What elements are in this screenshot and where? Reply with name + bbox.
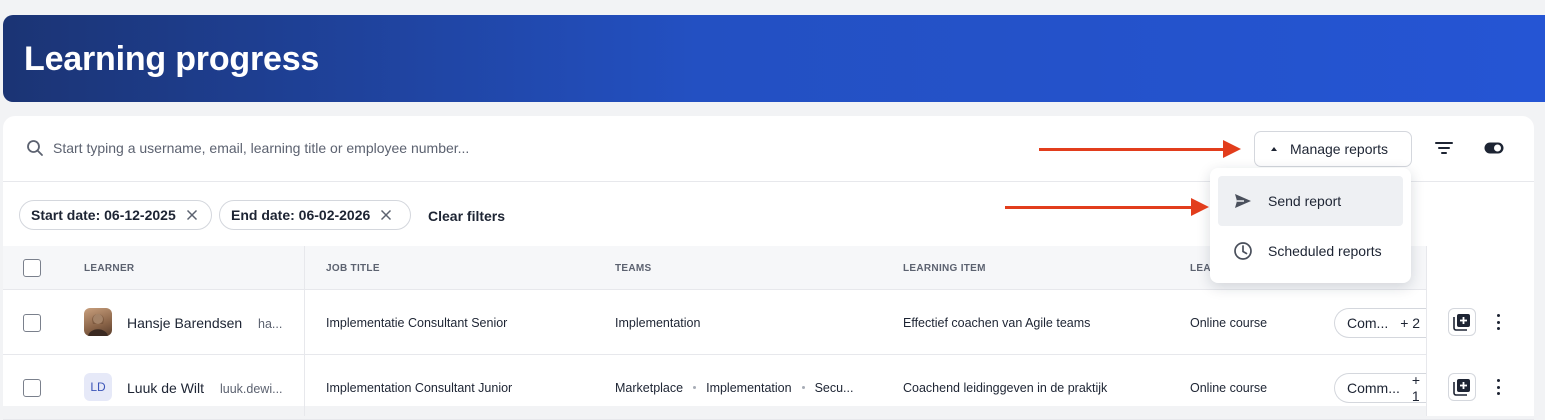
search-icon bbox=[27, 140, 43, 156]
filter-chip-start-date[interactable]: Start date: 06-12-2025 bbox=[19, 200, 212, 230]
close-icon[interactable] bbox=[380, 209, 392, 221]
more-options-icon[interactable] bbox=[1493, 379, 1503, 395]
column-header-learning-item[interactable]: LEARNING ITEM bbox=[903, 263, 986, 274]
teams-list: Marketplace Implementation Secu... bbox=[615, 381, 853, 395]
status-more-count: + 2 bbox=[1400, 315, 1421, 331]
menu-item-scheduled-reports[interactable]: Scheduled reports bbox=[1218, 226, 1403, 276]
avatar-photo-icon bbox=[88, 314, 108, 336]
learner-email: ha... bbox=[258, 317, 283, 331]
manage-reports-menu: Send report Scheduled reports bbox=[1210, 168, 1411, 283]
more-options-icon[interactable] bbox=[1493, 314, 1503, 330]
team-tag: Secu... bbox=[814, 381, 854, 395]
learning-item[interactable]: Effectief coachen van Agile teams bbox=[903, 316, 1090, 330]
column-header-teams[interactable]: TEAMS bbox=[615, 263, 652, 274]
learner-name[interactable]: Luuk de Wilt bbox=[127, 380, 204, 396]
add-to-plan-icon[interactable] bbox=[1448, 308, 1476, 336]
menu-item-send-report[interactable]: Send report bbox=[1218, 176, 1403, 226]
row-checkbox[interactable] bbox=[23, 314, 41, 332]
menu-item-label: Scheduled reports bbox=[1268, 243, 1382, 259]
select-all-checkbox[interactable] bbox=[23, 259, 41, 277]
menu-item-label: Send report bbox=[1268, 193, 1342, 209]
column-header-learner[interactable]: LEARNER bbox=[84, 263, 134, 274]
learning-item[interactable]: Coachend leidinggeven in de praktijk bbox=[903, 381, 1107, 395]
avatar bbox=[84, 308, 112, 336]
filter-chip-label: End date: 06-02-2026 bbox=[231, 207, 371, 223]
toggle-icon[interactable] bbox=[1484, 142, 1504, 154]
separator-dot bbox=[801, 386, 805, 389]
column-header-job-title[interactable]: JOB TITLE bbox=[326, 263, 380, 274]
team-tag: Marketplace bbox=[615, 381, 684, 395]
status-badge[interactable]: Com... + 2 bbox=[1334, 308, 1426, 338]
status-more-count: + 1 bbox=[1411, 372, 1421, 404]
page-header-banner: Learning progress bbox=[3, 15, 1545, 102]
column-divider bbox=[304, 246, 305, 416]
annotation-arrow bbox=[1005, 198, 1209, 216]
clock-icon bbox=[1234, 242, 1252, 260]
team-tag: Implementation bbox=[615, 316, 701, 330]
annotation-arrow bbox=[1039, 140, 1241, 158]
table-row[interactable]: LD Luuk de Wilt luuk.dewi... Implementat… bbox=[3, 355, 1534, 420]
filter-icon[interactable] bbox=[1434, 140, 1454, 156]
learning-type: Online course bbox=[1190, 316, 1268, 330]
close-icon[interactable] bbox=[186, 209, 198, 221]
job-title: Implementation Consultant Junior bbox=[326, 381, 513, 395]
status-label: Com... bbox=[1347, 315, 1389, 331]
manage-reports-label: Manage reports bbox=[1290, 141, 1389, 157]
row-actions-column bbox=[1426, 246, 1534, 416]
learning-type: Online course bbox=[1190, 381, 1268, 395]
clear-filters-link[interactable]: Clear filters bbox=[428, 208, 505, 224]
row-checkbox[interactable] bbox=[23, 379, 41, 397]
column-header-learning-type[interactable]: LEA bbox=[1190, 263, 1211, 274]
filter-chip-label: Start date: 06-12-2025 bbox=[31, 207, 176, 223]
search-input[interactable] bbox=[53, 138, 653, 158]
separator-dot bbox=[693, 386, 697, 389]
status-badge[interactable]: Comm... + 1 bbox=[1334, 372, 1426, 404]
status-label: Comm... bbox=[1347, 380, 1400, 396]
team-tag: Implementation bbox=[706, 381, 792, 395]
job-title: Implementatie Consultant Senior bbox=[326, 316, 508, 330]
table-row[interactable]: Hansje Barendsen ha... Implementatie Con… bbox=[3, 290, 1534, 355]
learner-name[interactable]: Hansje Barendsen bbox=[127, 315, 242, 331]
manage-reports-button[interactable]: Manage reports bbox=[1254, 131, 1412, 167]
filter-chip-end-date[interactable]: End date: 06-02-2026 bbox=[219, 200, 411, 230]
learner-email: luuk.dewi... bbox=[220, 382, 283, 396]
page-title: Learning progress bbox=[24, 40, 320, 78]
caret-up-icon bbox=[1271, 147, 1277, 151]
send-icon bbox=[1235, 194, 1251, 208]
